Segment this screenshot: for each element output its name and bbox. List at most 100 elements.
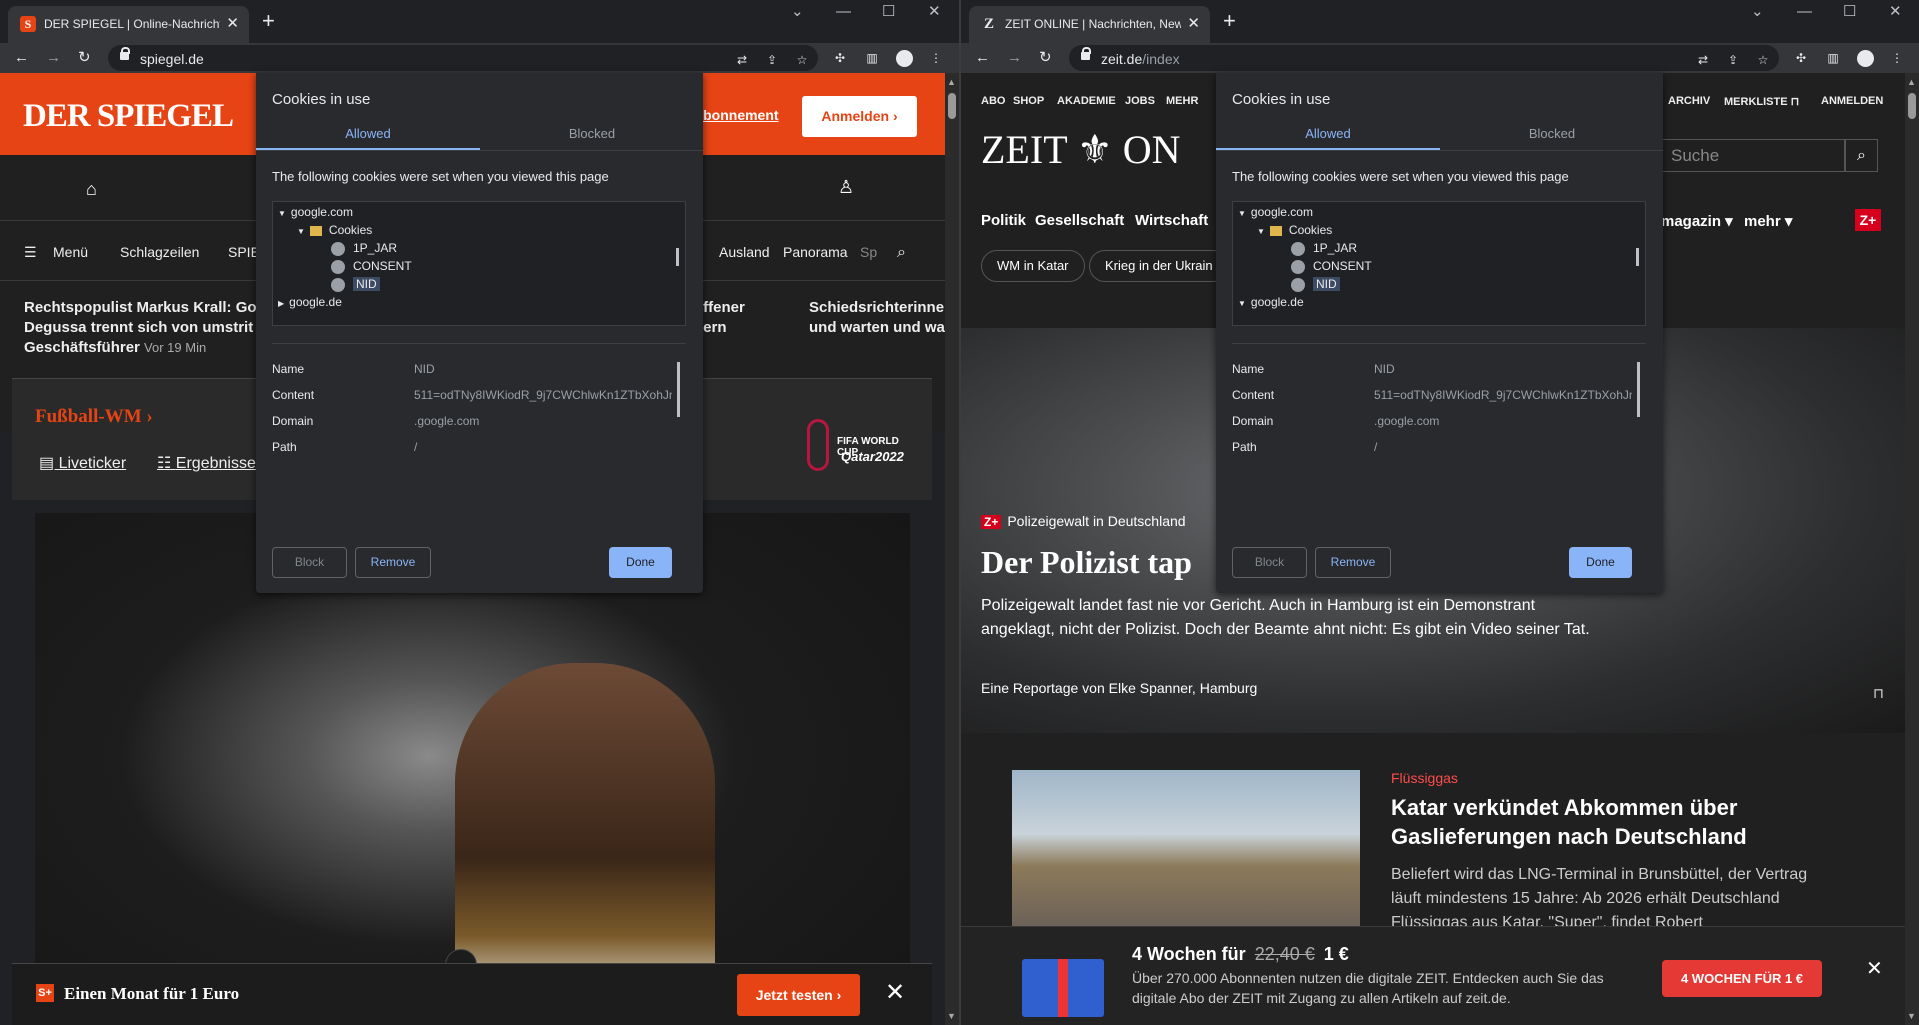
block-button[interactable]: Block [1232,547,1307,578]
tab-close-icon[interactable]: ✕ [1187,14,1200,34]
tab-search-chevron-icon[interactable]: ⌄ [1751,2,1764,22]
back-arrow-icon[interactable]: ← [975,49,990,67]
anmelden-button[interactable]: Anmelden › [802,96,917,137]
nav-schlagzeilen[interactable]: Schlagzeilen [120,244,199,260]
zplus-icon[interactable]: Z+ [1855,209,1881,231]
tree-google-com[interactable]: ▼ google.com [278,205,353,219]
four-weeks-button[interactable]: 4 WOCHEN FÜR 1 € [1662,960,1822,997]
nav-panorama[interactable]: Panorama [783,244,848,260]
hero-teaser[interactable]: Polizeigewalt landet fast nie vor Gerich… [981,594,1601,642]
expand-triangle-icon[interactable]: ▼ [1257,227,1265,236]
scroll-up-arrow-icon[interactable]: ▲ [947,77,956,87]
tree-cookies-folder[interactable]: ▼ Cookies [1257,223,1332,237]
tab-close-icon[interactable]: ✕ [226,14,239,34]
pill-wm-in-katar[interactable]: WM in Katar [981,250,1085,282]
ergebnisse-link[interactable]: ☷ Ergebnisse [157,453,256,473]
liveticker-link[interactable]: ▤ Liveticker [39,453,126,473]
scroll-down-arrow-icon[interactable]: ▼ [947,1011,956,1021]
tree-scrollbar[interactable] [1636,248,1639,266]
top-link-anmelden[interactable]: ANMELDEN [1821,95,1883,107]
done-button[interactable]: Done [609,547,672,578]
top-link-mehr[interactable]: MEHR [1166,95,1198,107]
expand-triangle-icon[interactable]: ▼ [278,209,286,218]
new-tab-plus-icon[interactable]: + [1223,10,1236,32]
tree-cookie-1p-jar[interactable]: 1P_JAR [1291,241,1357,256]
omnibox[interactable]: zeit.de/index ⇄ ⇪ ☆ [1069,45,1779,71]
hero-title[interactable]: Der Polizist tap [981,542,1192,582]
nav-gesellschaft[interactable]: Gesellschaft [1035,212,1124,229]
tab-search-chevron-icon[interactable]: ⌄ [791,2,804,22]
reload-icon[interactable]: ↻ [78,49,91,67]
scroll-up-arrow-icon[interactable]: ▲ [1907,77,1916,87]
nav-zeitmagazin[interactable]: magazin ▾ [1661,212,1733,230]
minimize-icon[interactable]: — [1797,2,1812,22]
expand-triangle-icon[interactable]: ▼ [1238,209,1246,218]
article-image-pipeline[interactable] [1012,770,1360,930]
maximize-icon[interactable]: ☐ [1843,2,1856,22]
user-icon[interactable]: ♙ [838,177,854,198]
tab-blocked[interactable]: Blocked [480,126,704,141]
share-icon[interactable]: ⇪ [1725,52,1741,68]
tree-cookies-folder[interactable]: ▼ Cookies [297,223,372,237]
nav-menu[interactable]: Menü [53,244,88,260]
page-scrollbar[interactable]: ▲ ▼ [1905,73,1919,1025]
forward-arrow-icon[interactable]: → [46,49,61,67]
nav-mehr[interactable]: mehr ▾ [1744,212,1792,230]
close-window-icon[interactable]: ✕ [928,2,941,22]
spiegel-logo[interactable]: DER SPIEGEL [23,99,234,133]
top-link-archiv[interactable]: ARCHIV [1668,95,1710,107]
bookmark-star-icon[interactable]: ☆ [794,52,810,68]
article-title[interactable]: Katar verkündet Abkommen über Gaslieferu… [1391,793,1811,851]
nav-wirtschaft[interactable]: Wirtschaft [1135,212,1208,229]
tree-cookie-nid[interactable]: NID [1291,277,1340,292]
expand-triangle-icon[interactable]: ▼ [297,227,305,236]
tree-cookie-1p-jar[interactable]: 1P_JAR [331,241,397,256]
remove-button[interactable]: Remove [355,547,431,578]
tree-google-de[interactable]: ▼ google.de [1238,295,1304,309]
scrollbar-thumb[interactable] [948,93,956,119]
tree-cookie-consent[interactable]: CONSENT [331,259,412,274]
banner-close-icon[interactable]: ✕ [885,978,905,1007]
tree-scrollbar[interactable] [676,248,679,266]
nav-sport[interactable]: Sp [860,244,877,260]
side-panel-icon[interactable]: ▥ [864,50,880,66]
menu-hamburger-icon[interactable]: ☰ [24,244,37,261]
remove-button[interactable]: Remove [1315,547,1391,578]
block-button[interactable]: Block [272,547,347,578]
top-link-akademie[interactable]: AKADEMIE [1057,95,1116,107]
omnibox[interactable]: spiegel.de ⇄ ⇪ ☆ [108,45,818,71]
bookmark-icon[interactable]: ⊓ [1873,685,1884,702]
reload-icon[interactable]: ↻ [1039,49,1052,67]
tab-zeit[interactable]: Z ZEIT ONLINE | Nachrichten, News ✕ [969,6,1210,43]
pill-krieg-ukraine[interactable]: Krieg in der Ukrain [1089,250,1229,282]
translate-icon[interactable]: ⇄ [1695,52,1711,68]
share-icon[interactable]: ⇪ [764,52,780,68]
back-arrow-icon[interactable]: ← [14,49,29,67]
chrome-menu-icon[interactable]: ⋮ [928,50,944,66]
new-tab-plus-icon[interactable]: + [262,10,275,32]
lock-icon[interactable] [120,47,130,60]
top-link-abo[interactable]: ABO [981,95,1005,107]
profile-avatar-icon[interactable] [1857,50,1874,67]
news-item-3[interactable]: Schiedsrichterinne und warten und wa [809,298,945,338]
forward-arrow-icon[interactable]: → [1007,49,1022,67]
tab-spiegel[interactable]: S DER SPIEGEL | Online-Nachrichten ✕ [8,6,249,43]
home-icon[interactable]: ⌂ [86,179,97,200]
url-text[interactable]: spiegel.de [140,51,204,67]
tab-blocked[interactable]: Blocked [1440,126,1664,141]
lock-icon[interactable] [1081,47,1091,60]
side-panel-icon[interactable]: ▥ [1825,50,1841,66]
maximize-icon[interactable]: ☐ [882,2,895,22]
chrome-menu-icon[interactable]: ⋮ [1889,50,1905,66]
close-window-icon[interactable]: ✕ [1889,2,1902,22]
tree-cookie-consent[interactable]: CONSENT [1291,259,1372,274]
bookmark-star-icon[interactable]: ☆ [1755,52,1771,68]
url-text[interactable]: zeit.de/index [1101,51,1180,67]
translate-icon[interactable]: ⇄ [734,52,750,68]
tree-google-de[interactable]: ▶ google.de [278,295,342,309]
banner-close-icon[interactable]: ✕ [1866,956,1883,981]
top-link-jobs[interactable]: JOBS [1125,95,1155,107]
wm-title[interactable]: Fußball-WM › [35,406,153,428]
details-scrollbar[interactable] [1637,362,1640,417]
top-link-shop[interactable]: SHOP [1013,95,1044,107]
